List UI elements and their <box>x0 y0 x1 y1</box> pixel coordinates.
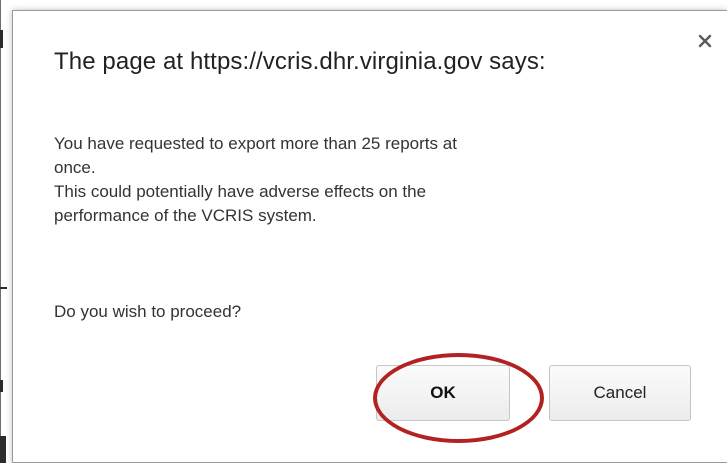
cancel-button[interactable]: Cancel <box>549 365 691 421</box>
background-page-fragment <box>0 287 7 289</box>
alert-dialog: The page at https://vcris.dhr.virginia.g… <box>12 10 727 463</box>
message-line: once. <box>54 158 96 177</box>
dialog-message: You have requested to export more than 2… <box>54 132 654 228</box>
close-button[interactable] <box>697 33 713 49</box>
dialog-prompt: Do you wish to proceed? <box>54 302 242 321</box>
message-line: performance of the VCRIS system. <box>54 206 317 225</box>
close-icon <box>698 34 712 48</box>
dialog-title: The page at https://vcris.dhr.virginia.g… <box>54 48 546 75</box>
screen: The page at https://vcris.dhr.virginia.g… <box>0 0 727 463</box>
background-page-edge <box>0 0 1 463</box>
background-page-fragment <box>0 436 6 463</box>
message-line: You have requested to export more than 2… <box>54 134 457 153</box>
background-page-fragment <box>0 30 3 48</box>
ok-button[interactable]: OK <box>376 365 510 421</box>
background-page-fragment <box>0 380 3 392</box>
message-line: This could potentially have adverse effe… <box>54 182 427 201</box>
